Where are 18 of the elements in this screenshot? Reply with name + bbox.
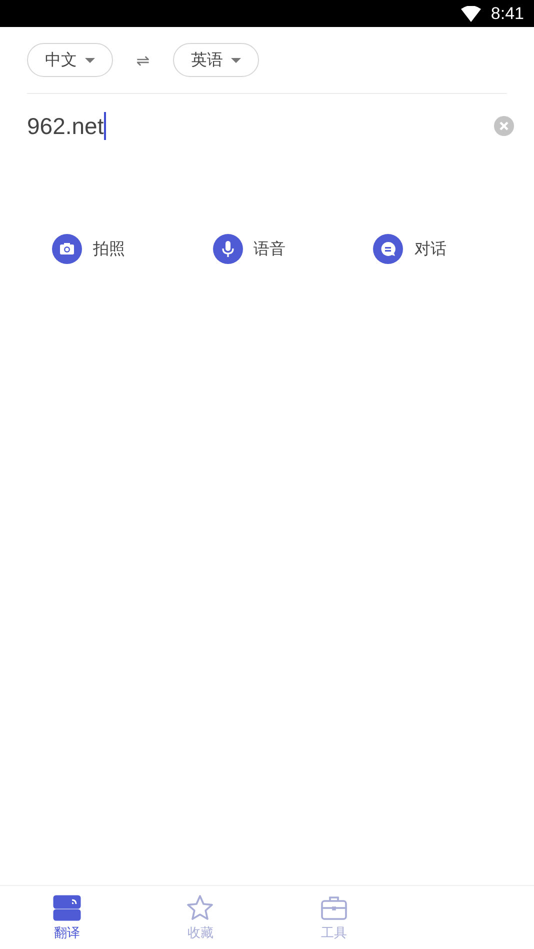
target-language-dropdown[interactable]: 英语 <box>173 43 259 77</box>
caret-icon <box>85 58 95 62</box>
input-field[interactable]: 962.net <box>27 112 106 140</box>
chat-bubble-icon[interactable] <box>373 234 404 264</box>
action-label[interactable]: 对话 <box>414 238 446 260</box>
action-label[interactable]: 语音 <box>254 238 286 260</box>
translate-icon <box>52 894 81 922</box>
source-language-dropdown[interactable]: 中文 <box>27 43 113 77</box>
camera-icon[interactable] <box>52 234 82 264</box>
wifi-icon <box>460 6 481 22</box>
tab[interactable]: 翻译 <box>0 894 134 942</box>
star-icon <box>186 894 214 922</box>
clock-time: 8:41 <box>490 4 524 24</box>
action-label[interactable]: 拍照 <box>93 238 125 260</box>
toolbox-icon <box>320 894 348 922</box>
microphone-icon[interactable] <box>212 234 243 264</box>
caret-icon <box>231 58 241 62</box>
swap-languages-button[interactable]: ⇌ <box>113 50 173 70</box>
